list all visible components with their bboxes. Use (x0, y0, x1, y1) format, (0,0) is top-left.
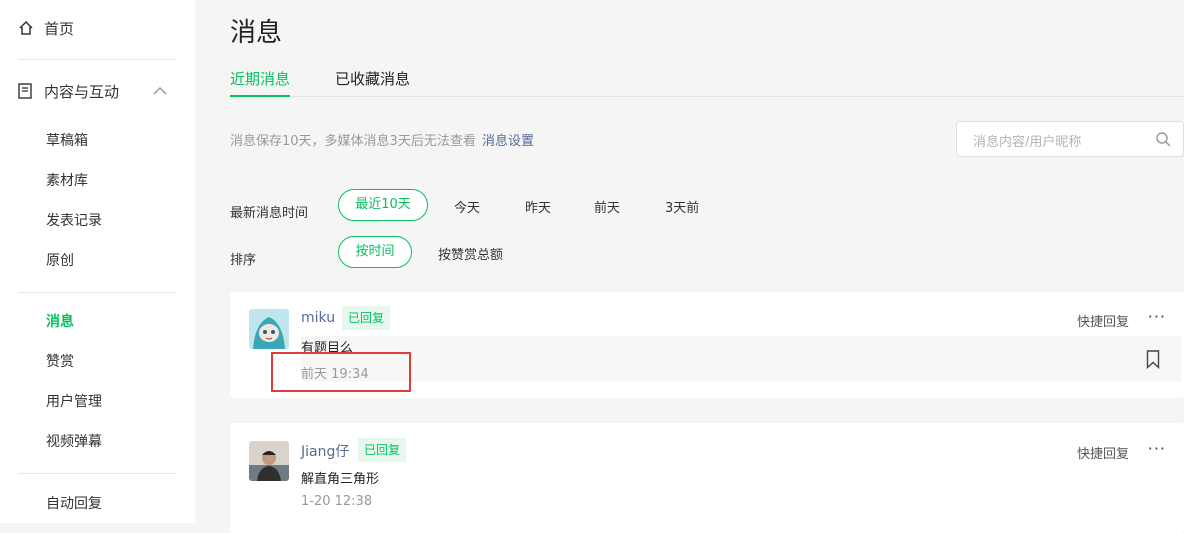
filter-day-before[interactable]: 前天 (594, 197, 620, 216)
notice-text: 消息保存10天，多媒体消息3天后无法查看 (230, 134, 476, 149)
sidebar-home-label: 首页 (44, 19, 75, 38)
bookmark-icon[interactable] (1146, 350, 1160, 369)
sidebar-item-drafts[interactable]: 草稿箱 (46, 131, 88, 151)
sort-by-time[interactable]: 按时间 (338, 236, 412, 268)
sidebar-item-appreciation[interactable]: 赞赏 (46, 352, 74, 372)
message-bubble (301, 336, 1181, 382)
highlight-box (271, 352, 411, 392)
tab-starred-messages[interactable]: 已收藏消息 (335, 68, 410, 97)
message-text: 解直角三角形 (301, 472, 380, 487)
more-options-icon[interactable]: ··· (1148, 307, 1166, 326)
status-badge: 已回复 (342, 306, 391, 330)
sidebar-divider (18, 59, 177, 60)
quick-reply-button[interactable]: 快捷回复 (1077, 443, 1129, 462)
sidebar-divider (18, 292, 177, 293)
message-username[interactable]: Jiang仔 (301, 441, 349, 461)
filter-last-10-days[interactable]: 最近10天 (338, 189, 428, 221)
status-badge: 已回复 (358, 438, 407, 462)
message-settings-link[interactable]: 消息设置 (482, 134, 534, 149)
sidebar-divider (18, 473, 177, 474)
sidebar-item-original[interactable]: 原创 (46, 251, 74, 271)
search-icon[interactable] (1156, 132, 1171, 147)
sidebar-group-label: 内容与互动 (44, 82, 120, 101)
retention-notice: 消息保存10天，多媒体消息3天后无法查看 消息设置 (230, 130, 534, 149)
search-input[interactable]: 消息内容/用户昵称 (956, 121, 1184, 157)
message-username[interactable]: miku (301, 310, 335, 326)
page-title: 消息 (230, 18, 283, 48)
avatar[interactable] (249, 309, 289, 349)
sidebar-item-home[interactable]: 首页 (18, 17, 74, 39)
document-icon (18, 83, 32, 99)
filter-3-days-ago[interactable]: 3天前 (665, 197, 699, 216)
sidebar-group-content[interactable]: 内容与互动 (18, 80, 177, 102)
tab-recent-messages[interactable]: 近期消息 (230, 68, 291, 97)
sidebar-item-publish-records[interactable]: 发表记录 (46, 211, 102, 231)
search-placeholder: 消息内容/用户昵称 (973, 135, 1082, 150)
tab-bar: 近期消息 已收藏消息 (230, 68, 1184, 97)
sidebar-item-user-management[interactable]: 用户管理 (46, 392, 102, 412)
sidebar-item-materials[interactable]: 素材库 (46, 171, 88, 191)
sort-by-appreciation[interactable]: 按赞赏总额 (438, 244, 503, 263)
filter-yesterday[interactable]: 昨天 (525, 197, 551, 216)
quick-reply-button[interactable]: 快捷回复 (1077, 311, 1129, 330)
main-content: 消息 近期消息 已收藏消息 消息保存10天，多媒体消息3天后无法查看 消息设置 … (230, 0, 1184, 533)
sidebar: 首页 内容与互动 草稿箱 素材库 发表记录 原创 消息 赞赏 用户管理 视频弹幕… (0, 0, 195, 523)
sidebar-item-video-danmaku[interactable]: 视频弹幕 (46, 432, 102, 452)
chevron-up-icon[interactable] (153, 86, 167, 96)
home-icon (19, 20, 33, 35)
more-options-icon[interactable]: ··· (1148, 439, 1166, 458)
avatar[interactable] (249, 441, 289, 481)
sort-label: 排序 (230, 253, 257, 268)
filter-today[interactable]: 今天 (454, 197, 480, 216)
message-time: 1-20 12:38 (301, 494, 373, 509)
time-filter-label: 最新消息时间 (230, 206, 309, 221)
message-card: Jiang仔 已回复 解直角三角形 1-20 12:38 快捷回复 ··· (230, 423, 1184, 533)
sidebar-item-messages[interactable]: 消息 (46, 312, 74, 332)
sidebar-item-auto-reply[interactable]: 自动回复 (46, 494, 102, 514)
